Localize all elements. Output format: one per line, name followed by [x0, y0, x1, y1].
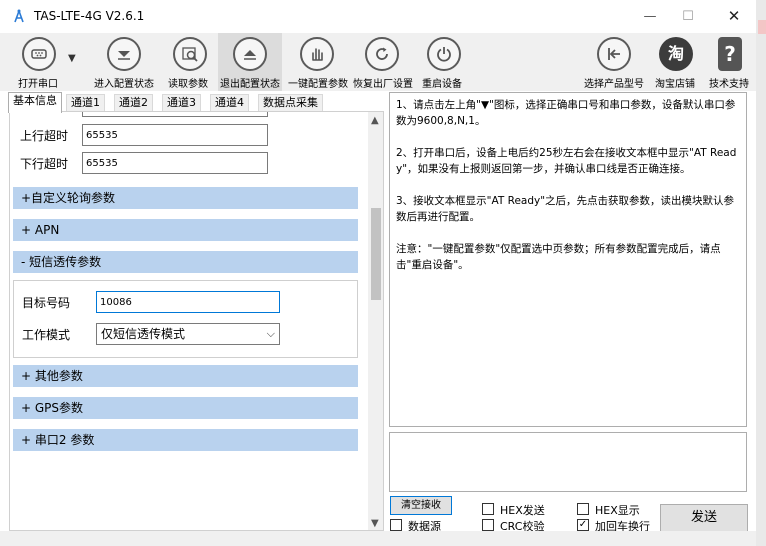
data-source-box[interactable] [390, 519, 402, 531]
downlink-timeout-input[interactable] [82, 152, 268, 174]
exit-config-label: 退出配置状态 [220, 79, 280, 90]
downlink-timeout-row: 下行超时 [20, 152, 280, 174]
section-other[interactable]: + 其他参数 [13, 365, 358, 387]
eject-icon [233, 37, 267, 71]
sms-params-box: 目标号码 工作模式 仅短信透传模式 ⌵ [13, 280, 358, 358]
back-arrow-icon [597, 37, 631, 71]
factory-reset-button[interactable]: 恢复出厂设置 [352, 33, 416, 91]
info-note: 注意："一键配置参数"仅配置选中页参数；所有参数配置完成后，请点击"重启设备"。 [396, 243, 721, 271]
port-dropdown-icon[interactable]: ▼ [68, 53, 76, 64]
uplink-timeout-input[interactable] [82, 124, 268, 146]
info-step-3: 3、接收文本框显示"AT Ready"之后，先点击获取参数，读出模块默认参数后再… [396, 195, 735, 223]
one-key-config-label: 一键配置参数 [288, 79, 348, 90]
work-mode-row: 工作模式 仅短信透传模式 ⌵ [22, 323, 352, 345]
tab-channel-4[interactable]: 通道4 [210, 94, 249, 112]
clear-receive-button[interactable]: 清空接收 [390, 496, 452, 515]
hex-display-checkbox[interactable]: HEX显示 [577, 502, 657, 517]
section-custom-poll[interactable]: +自定义轮询参数 [13, 187, 358, 209]
tab-channel-1[interactable]: 通道1 [66, 94, 105, 112]
tab-channel-2[interactable]: 通道2 [114, 94, 153, 112]
power-icon [427, 37, 461, 71]
tab-data-collection[interactable]: 数据点采集 [258, 94, 323, 112]
downlink-timeout-label: 下行超时 [20, 157, 69, 171]
taobao-label: 淘宝店铺 [655, 79, 695, 90]
serial-port-icon [22, 37, 56, 71]
factory-reset-label: 恢复出厂设置 [353, 79, 413, 90]
hex-send-checkbox[interactable]: HEX发送 [482, 502, 562, 517]
antenna-icon [14, 9, 24, 23]
support-button[interactable]: ? 技术支持 [706, 33, 754, 91]
background-window-edge [756, 0, 766, 546]
section-sms[interactable]: - 短信透传参数 [13, 251, 358, 273]
read-params-label: 读取参数 [168, 79, 208, 90]
target-number-label: 目标号码 [22, 296, 71, 310]
tab-bar: 基本信息 通道1 通道2 通道3 通道4 数据点采集 [8, 92, 386, 113]
question-icon: ? [718, 37, 742, 71]
crc-check-box[interactable] [482, 519, 494, 531]
uplink-timeout-row: 上行超时 [20, 124, 280, 146]
one-key-config-button[interactable]: 一键配置参数 [286, 33, 350, 91]
download-icon [107, 37, 141, 71]
tab-channel-3[interactable]: 通道3 [162, 94, 201, 112]
open-port-button[interactable]: 打开串口 [12, 33, 68, 91]
window-bottom-edge [0, 531, 756, 546]
checkmark-icon[interactable]: ✓ [577, 519, 589, 531]
hex-send-box[interactable] [482, 503, 494, 515]
background-window-chip [758, 20, 766, 34]
select-model-button[interactable]: 选择产品型号 [582, 33, 646, 91]
hand-icon [300, 37, 334, 71]
crc-check-checkbox[interactable]: CRC校验 [482, 518, 562, 533]
work-mode-select[interactable]: 仅短信透传模式 ⌵ [96, 323, 280, 345]
taobao-icon: 淘 [659, 37, 693, 71]
add-crlf-checkbox[interactable]: ✓ 加回车换行 [577, 518, 663, 533]
work-mode-value: 仅短信透传模式 [101, 327, 186, 341]
data-source-checkbox[interactable]: 数据源 [390, 518, 470, 533]
scroll-up-icon[interactable]: ▲ [371, 115, 379, 126]
receive-text-box[interactable]: 1、请点击左上角"▼"图标，选择正确串口号和串口参数，设备默认串口参数为9600… [389, 92, 747, 427]
section-apn[interactable]: + APN [13, 219, 358, 241]
enter-config-button[interactable]: 进入配置状态 [92, 33, 156, 91]
restart-button[interactable]: 重启设备 [420, 33, 472, 91]
basic-info-panel: 上行超时 下行超时 +自定义轮询参数 + APN - 短信透传参数 目标号码 工… [9, 111, 384, 531]
section-serial2[interactable]: + 串口2 参数 [13, 429, 358, 451]
hex-display-label: HEX显示 [595, 504, 640, 517]
open-port-label: 打开串口 [18, 79, 58, 90]
close-button[interactable]: ✕ [711, 0, 757, 33]
uplink-timeout-label: 上行超时 [20, 129, 69, 143]
toolbar: 打开串口 ▼ 进入配置状态 读取参数 退出配置状态 一键配置参数 恢复出厂设置 [0, 33, 756, 91]
scroll-down-icon[interactable]: ▼ [371, 518, 379, 529]
scroll-thumb[interactable] [371, 208, 381, 300]
left-panel-scrollbar[interactable]: ▲ ▼ [368, 112, 383, 530]
maximize-button[interactable]: ☐ [665, 0, 711, 33]
previous-field-edge [82, 112, 268, 117]
support-label: 技术支持 [709, 79, 749, 90]
restart-label: 重启设备 [422, 79, 462, 90]
info-step-2: 2、打开串口后，设备上电后约25秒左右会在接收文本框中显示"AT Ready"，… [396, 147, 737, 175]
taobao-button[interactable]: 淘 淘宝店铺 [652, 33, 700, 91]
window-title: TAS-LTE-4G V2.6.1 [34, 9, 145, 23]
read-params-button[interactable]: 读取参数 [164, 33, 216, 91]
magnifier-icon [173, 37, 207, 71]
target-number-input[interactable] [96, 291, 280, 313]
title-bar: TAS-LTE-4G V2.6.1 — ☐ ✕ [0, 0, 766, 33]
chevron-down-icon: ⌵ [266, 327, 275, 340]
exit-config-button[interactable]: 退出配置状态 [218, 33, 282, 91]
hex-display-box[interactable] [577, 503, 589, 515]
target-number-row: 目标号码 [22, 291, 352, 313]
send-text-box[interactable] [389, 432, 747, 492]
tab-basic-info[interactable]: 基本信息 [8, 92, 62, 113]
work-mode-label: 工作模式 [22, 328, 71, 342]
enter-config-label: 进入配置状态 [94, 79, 154, 90]
select-model-label: 选择产品型号 [584, 79, 644, 90]
send-button[interactable]: 发送 [660, 504, 748, 532]
info-step-1: 1、请点击左上角"▼"图标，选择正确串口号和串口参数，设备默认串口参数为9600… [396, 99, 736, 127]
section-gps[interactable]: + GPS参数 [13, 397, 358, 419]
hex-send-label: HEX发送 [500, 504, 545, 517]
refresh-icon [365, 37, 399, 71]
